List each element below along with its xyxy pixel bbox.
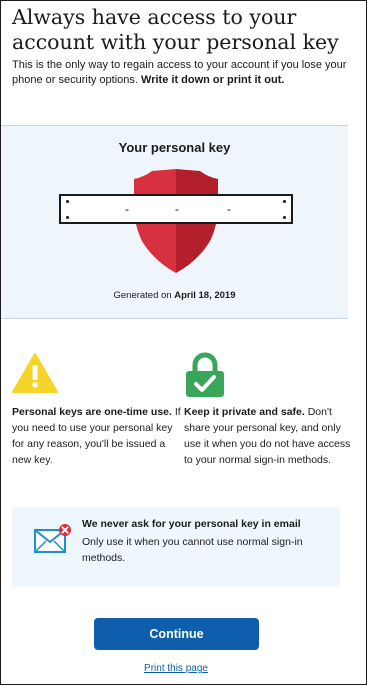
continue-button[interactable]: Continue	[94, 618, 259, 650]
intro-emphasis: Write it down or print it out.	[141, 74, 285, 86]
notice-body: Only use it when you cannot use normal s…	[82, 536, 303, 564]
key-dash: -	[175, 202, 179, 216]
personal-key-heading: Your personal key	[118, 140, 231, 155]
tip-title: Personal keys are one-time use.	[12, 406, 172, 418]
generated-date-line: Generated on April 18, 2019	[1, 290, 348, 301]
key-dash: -	[227, 202, 231, 216]
page-frame: Always have access to your account with …	[0, 0, 367, 685]
corner-dot	[283, 200, 286, 203]
corner-dot	[66, 216, 69, 219]
corner-dot	[283, 216, 286, 219]
email-notice: We never ask for your personal key in em…	[12, 507, 340, 587]
key-segment	[235, 201, 279, 219]
key-dash: -	[125, 202, 129, 216]
tip-one-time-use: Personal keys are one-time use. If you n…	[12, 404, 182, 468]
personal-key-display: - - -	[59, 194, 293, 224]
print-page-link[interactable]: Print this page	[1, 663, 351, 674]
lock-icon	[186, 352, 224, 397]
warning-icon	[12, 353, 58, 393]
notice-title: We never ask for your personal key in em…	[82, 518, 301, 530]
personal-key-panel: Your personal key - - - Generated on Apr…	[1, 125, 348, 319]
key-segment	[73, 201, 123, 219]
corner-dot	[66, 200, 69, 203]
generated-date: April 18, 2019	[174, 290, 236, 301]
generated-prefix: Generated on	[113, 290, 172, 301]
key-segment	[133, 201, 175, 219]
key-segment	[183, 201, 225, 219]
mail-icon	[34, 524, 71, 553]
page-title: Always have access to your account with …	[12, 5, 339, 54]
tip-title: Keep it private and safe.	[184, 406, 305, 418]
intro-paragraph: This is the only way to regain access to…	[12, 58, 360, 88]
tip-keep-private: Keep it private and safe. Don't share yo…	[184, 404, 352, 468]
